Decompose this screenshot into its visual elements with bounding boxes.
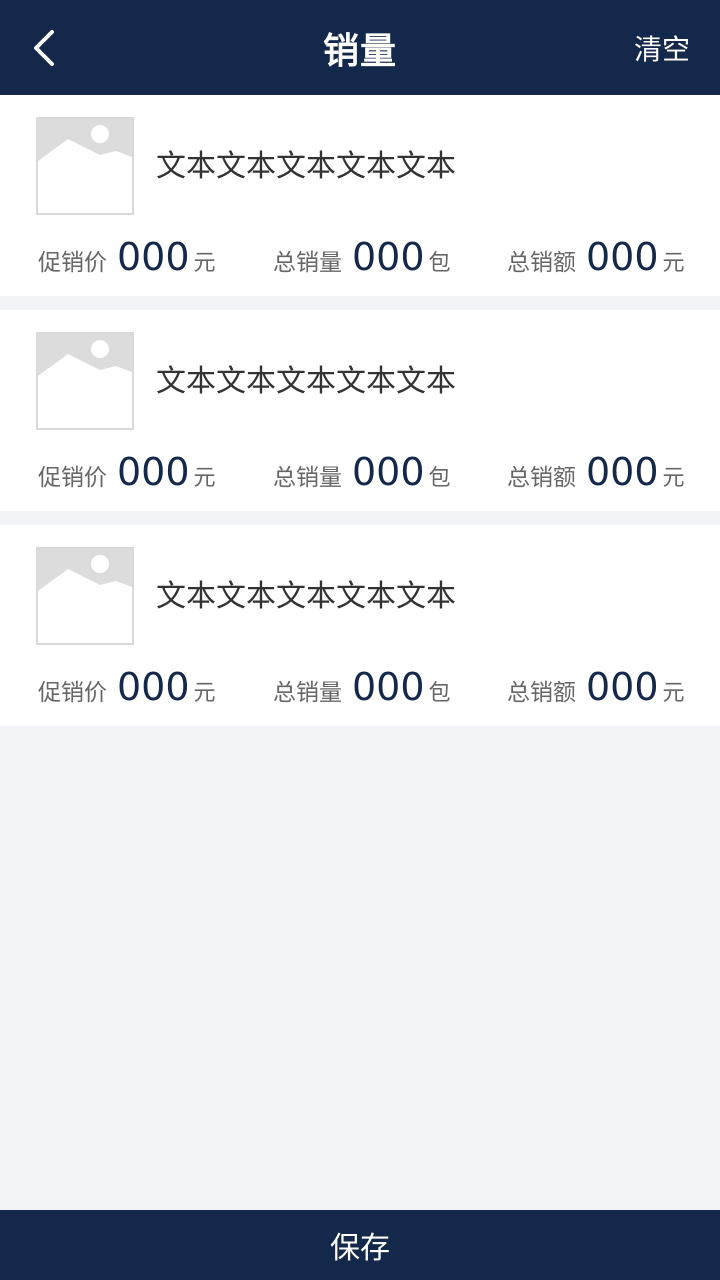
image-placeholder-icon [38, 334, 132, 428]
product-title: 文本文本文本文本文本 [156, 364, 456, 399]
promo-price-stat: 促销价 000 元 [38, 233, 216, 281]
list-item[interactable]: 文本文本文本文本文本 促销价 000 元 总销量 000 包 总销额 000 元 [0, 525, 720, 726]
page-title: 销量 [322, 30, 397, 72]
promo-price-label: 促销价 [38, 680, 107, 706]
total-amount-stat: 总销额 000 元 [507, 663, 685, 711]
total-quantity-unit: 包 [428, 466, 451, 491]
total-quantity-label: 总销量 [273, 250, 342, 276]
stats-row: 促销价 000 元 总销量 000 包 总销额 000 元 [0, 448, 720, 496]
total-quantity-unit: 包 [428, 251, 451, 276]
total-amount-value: 000 [586, 665, 659, 709]
clear-button[interactable]: 清空 [634, 0, 690, 95]
total-amount-stat: 总销额 000 元 [507, 233, 685, 281]
product-title: 文本文本文本文本文本 [156, 579, 456, 614]
total-amount-label: 总销额 [507, 680, 576, 706]
promo-price-stat: 促销价 000 元 [38, 663, 216, 711]
promo-price-stat: 促销价 000 元 [38, 448, 216, 496]
stats-row: 促销价 000 元 总销量 000 包 总销额 000 元 [0, 663, 720, 711]
total-quantity-label: 总销量 [273, 680, 342, 706]
promo-price-value: 000 [117, 665, 190, 709]
total-quantity-stat: 总销量 000 包 [273, 663, 451, 711]
total-amount-stat: 总销额 000 元 [507, 448, 685, 496]
total-quantity-value: 000 [352, 450, 425, 494]
total-quantity-unit: 包 [428, 681, 451, 706]
total-quantity-value: 000 [352, 235, 425, 279]
promo-price-unit: 元 [193, 251, 216, 276]
total-amount-unit: 元 [662, 466, 685, 491]
promo-price-label: 促销价 [38, 465, 107, 491]
product-title: 文本文本文本文本文本 [156, 149, 456, 184]
promo-price-value: 000 [117, 235, 190, 279]
chevron-left-icon [34, 30, 54, 66]
product-image-placeholder [36, 332, 134, 430]
list-item[interactable]: 文本文本文本文本文本 促销价 000 元 总销量 000 包 总销额 000 元 [0, 95, 720, 296]
total-amount-value: 000 [586, 450, 659, 494]
promo-price-unit: 元 [193, 466, 216, 491]
image-placeholder-icon [38, 119, 132, 213]
total-amount-unit: 元 [662, 681, 685, 706]
total-amount-unit: 元 [662, 251, 685, 276]
product-image-placeholder [36, 547, 134, 645]
save-button[interactable]: 保存 [0, 1210, 720, 1280]
total-quantity-stat: 总销量 000 包 [273, 448, 451, 496]
total-quantity-label: 总销量 [273, 465, 342, 491]
product-list: 文本文本文本文本文本 促销价 000 元 总销量 000 包 总销额 000 元 [0, 95, 720, 740]
promo-price-unit: 元 [193, 681, 216, 706]
promo-price-value: 000 [117, 450, 190, 494]
promo-price-label: 促销价 [38, 250, 107, 276]
total-amount-label: 总销额 [507, 250, 576, 276]
total-quantity-stat: 总销量 000 包 [273, 233, 451, 281]
product-image-placeholder [36, 117, 134, 215]
total-amount-value: 000 [586, 235, 659, 279]
list-item[interactable]: 文本文本文本文本文本 促销价 000 元 总销量 000 包 总销额 000 元 [0, 310, 720, 511]
sales-page: 销量 清空 文本文本文本文本文本 促销价 000 元 总销量 000 包 总销额… [0, 0, 720, 1280]
back-button[interactable] [20, 22, 68, 74]
image-placeholder-icon [38, 549, 132, 643]
total-quantity-value: 000 [352, 665, 425, 709]
stats-row: 促销价 000 元 总销量 000 包 总销额 000 元 [0, 233, 720, 281]
total-amount-label: 总销额 [507, 465, 576, 491]
top-nav-bar: 销量 清空 [0, 0, 720, 95]
